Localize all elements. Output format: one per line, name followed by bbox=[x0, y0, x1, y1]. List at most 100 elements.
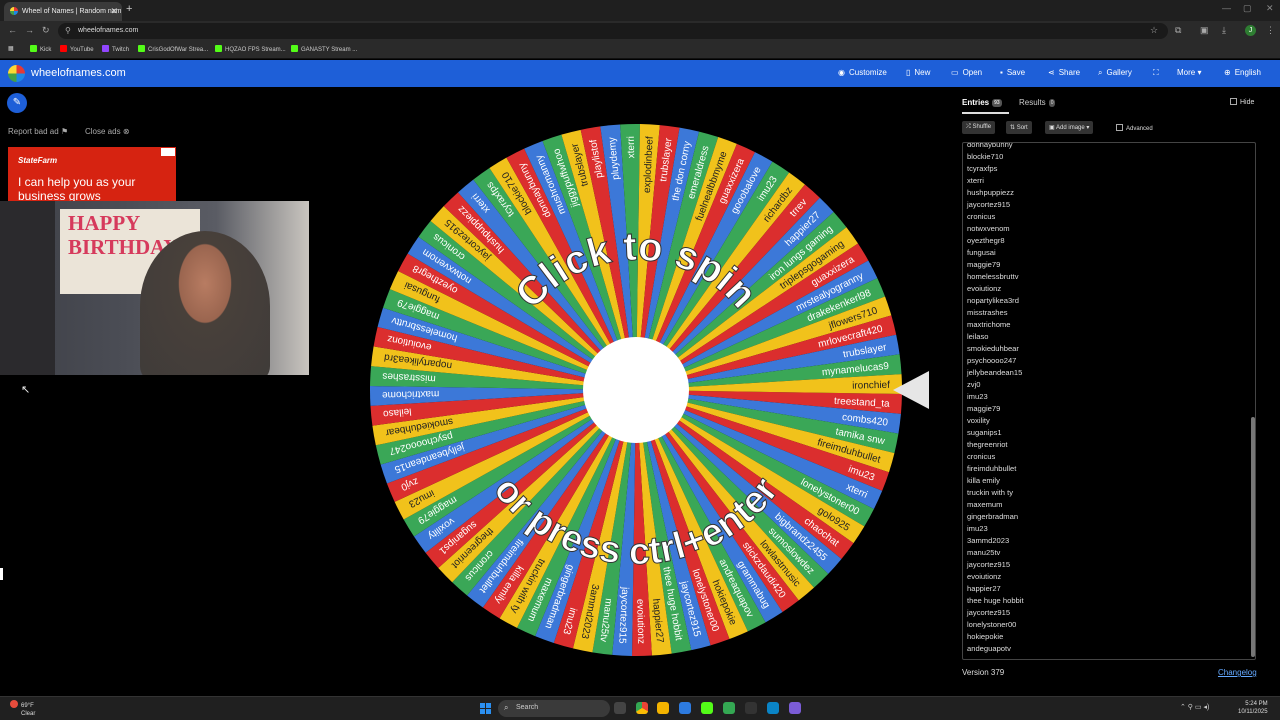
site-info-icon[interactable]: ⚲ bbox=[65, 26, 71, 35]
entry-line: smokieduhbear bbox=[967, 344, 1019, 353]
youtube-icon bbox=[60, 45, 67, 52]
profile-avatar[interactable]: J bbox=[1245, 25, 1256, 36]
entries-scrollbar[interactable] bbox=[1251, 147, 1255, 657]
scrollbar-thumb[interactable] bbox=[1251, 417, 1255, 657]
edit-pencil-button[interactable]: ✎ bbox=[7, 93, 27, 113]
entry-line: evoiutionz bbox=[967, 284, 1002, 293]
chrome-icon[interactable] bbox=[636, 702, 648, 714]
globe-icon: ⊕ bbox=[1224, 68, 1231, 77]
new-button[interactable]: ▯ New bbox=[906, 68, 930, 77]
forward-icon[interactable]: → bbox=[25, 25, 34, 35]
entries-textarea[interactable]: donnaybunny blockie710 tcyraxfps xterri hush… bbox=[962, 142, 1256, 660]
sidebar-icon[interactable]: ▣ bbox=[1200, 25, 1209, 36]
entry-line: happier27 bbox=[967, 584, 1001, 593]
report-bad-ad-link[interactable]: Report bad ad ⚑ bbox=[8, 127, 68, 136]
results-count-badge: 0 bbox=[1048, 99, 1056, 107]
share-button[interactable]: ⋖ Share bbox=[1048, 68, 1080, 77]
open-button[interactable]: ▭ Open bbox=[951, 68, 982, 77]
close-tab-icon[interactable]: ✕ bbox=[110, 6, 118, 17]
more-button[interactable]: More ▾ bbox=[1177, 68, 1201, 77]
entry-line: tcyraxfps bbox=[967, 164, 998, 173]
new-tab-icon[interactable]: + bbox=[126, 3, 132, 15]
downloads-icon[interactable]: ⤓ bbox=[1222, 25, 1226, 36]
weather-icon bbox=[10, 700, 18, 708]
site-name[interactable]: wheelofnames.com bbox=[31, 67, 126, 79]
changelog-link[interactable]: Changelog bbox=[1218, 668, 1257, 677]
wheel-graphic[interactable]: treestand_tacombs420tamika snwfireimduhb… bbox=[366, 120, 906, 660]
wheel-logo-icon[interactable] bbox=[8, 65, 25, 82]
fullscreen-button[interactable]: ⛶ bbox=[1153, 68, 1163, 78]
bookmark-hqzao[interactable]: HQZAO FPS Stream... bbox=[215, 45, 286, 53]
customize-button[interactable]: ◉ Customize bbox=[838, 68, 887, 77]
entry-line: voxility bbox=[967, 416, 990, 425]
entry-line: donnaybunny bbox=[967, 142, 1013, 149]
obs-icon[interactable] bbox=[745, 702, 757, 714]
chevron-down-icon: ▾ bbox=[1086, 125, 1090, 131]
entry-line: hokiepokie bbox=[967, 632, 1004, 641]
add-image-button[interactable]: ▣ Add image ▾ bbox=[1045, 121, 1094, 134]
browser-tab[interactable]: Wheel of Names | Random nam ✕ bbox=[4, 2, 122, 21]
bookmark-star-icon[interactable]: ☆ bbox=[1150, 25, 1158, 36]
taskbar-clock[interactable]: 5:24 PM 10/11/2025 bbox=[1238, 700, 1268, 716]
entry-line: zvj0 bbox=[967, 380, 981, 389]
bookmarks-bar: ▦ Kick YouTube Twitch CrisGodOfWar Strea… bbox=[0, 41, 1280, 59]
ad-brand: StateFarm bbox=[18, 156, 58, 165]
task-view-icon[interactable] bbox=[614, 702, 626, 714]
language-button[interactable]: ⊕ English bbox=[1224, 68, 1261, 77]
browser-menu-icon[interactable]: ⋮ bbox=[1266, 25, 1275, 36]
bookmark-ganasty[interactable]: GANASTY Stream ... bbox=[291, 45, 357, 53]
spin-wheel[interactable]: treestand_ta combs420 tamika snw fireimduhb… bbox=[366, 120, 906, 660]
close-window-icon[interactable]: ✕ bbox=[1266, 3, 1274, 14]
entry-line: misstrashes bbox=[967, 308, 1008, 317]
system-tray[interactable]: ⌃ ⚲ ▭ ◂) bbox=[1180, 703, 1209, 711]
url-input[interactable]: ⚲ wheelofnames.com bbox=[58, 23, 1168, 39]
entries-count-badge: 93 bbox=[992, 99, 1002, 107]
streamer-person bbox=[140, 231, 270, 375]
edge-marker bbox=[0, 568, 3, 580]
site-header: wheelofnames.com ◉ Customize ▯ New ▭ Open ▪… bbox=[0, 60, 1280, 87]
adchoices-icon[interactable] bbox=[161, 148, 175, 156]
bookmark-youtube[interactable]: YouTube bbox=[60, 45, 94, 53]
taskbar-search[interactable]: ⌕ Search bbox=[498, 700, 610, 717]
back-icon[interactable]: ← bbox=[8, 25, 17, 35]
start-button-icon[interactable] bbox=[480, 703, 491, 714]
twitch-icon bbox=[102, 45, 109, 52]
advertisement[interactable]: StateFarm I can help you as your busines… bbox=[8, 147, 176, 203]
entry-line: imu23 bbox=[967, 524, 988, 533]
chevron-down-icon: ▾ bbox=[1197, 68, 1202, 77]
tab-results[interactable]: Results 0 bbox=[1019, 98, 1056, 107]
edge-icon[interactable] bbox=[767, 702, 779, 714]
minimize-icon[interactable]: — bbox=[1222, 3, 1231, 13]
flag-icon: ⚑ bbox=[60, 127, 69, 136]
entry-line: jaycortez915 bbox=[967, 200, 1011, 209]
entry-line: maggie79 bbox=[967, 260, 1001, 269]
entry-line: jellybeandean15 bbox=[967, 368, 1023, 377]
bookmark-twitch[interactable]: Twitch bbox=[102, 45, 129, 53]
advanced-checkbox[interactable]: Advanced bbox=[1116, 124, 1153, 132]
bookmark-crisgodofwar[interactable]: CrisGodOfWar Strea... bbox=[138, 45, 208, 53]
save-button[interactable]: ▪ Save bbox=[1000, 68, 1025, 77]
pencil-icon: ✎ bbox=[12, 97, 22, 108]
shuffle-button[interactable]: ⤮ Shuffle bbox=[962, 121, 996, 134]
apps-icon[interactable]: ▦ bbox=[8, 45, 14, 52]
wheel-center-hub[interactable] bbox=[583, 337, 689, 443]
entry-line: maxtrichome bbox=[967, 320, 1011, 329]
kick-app-icon[interactable] bbox=[701, 702, 713, 714]
maximize-icon[interactable]: ▢ bbox=[1243, 3, 1252, 14]
bookmark-kick[interactable]: Kick bbox=[30, 45, 51, 53]
store-icon[interactable] bbox=[679, 702, 691, 714]
hide-checkbox[interactable]: Hide bbox=[1230, 98, 1254, 106]
gallery-button[interactable]: ⌕ Gallery bbox=[1098, 68, 1132, 78]
close-ads-link[interactable]: Close ads ⊗ bbox=[85, 127, 130, 136]
weather-widget[interactable]: 69°F Clear bbox=[10, 700, 35, 718]
reload-icon[interactable]: ↻ bbox=[42, 25, 50, 36]
extensions-icon[interactable]: ⧉ bbox=[1175, 25, 1181, 36]
tab-entries[interactable]: Entries 93 bbox=[962, 98, 1002, 107]
app-icon[interactable] bbox=[723, 702, 735, 714]
app-purple-icon[interactable] bbox=[789, 702, 801, 714]
entry-line: suganips1 bbox=[967, 428, 1002, 437]
entries-list: donnaybunny blockie710 tcyraxfps xterri hush… bbox=[967, 142, 1024, 655]
sort-button[interactable]: ⇅ Sort bbox=[1006, 121, 1032, 134]
file-explorer-icon[interactable] bbox=[657, 702, 669, 714]
kick-icon bbox=[138, 45, 145, 52]
